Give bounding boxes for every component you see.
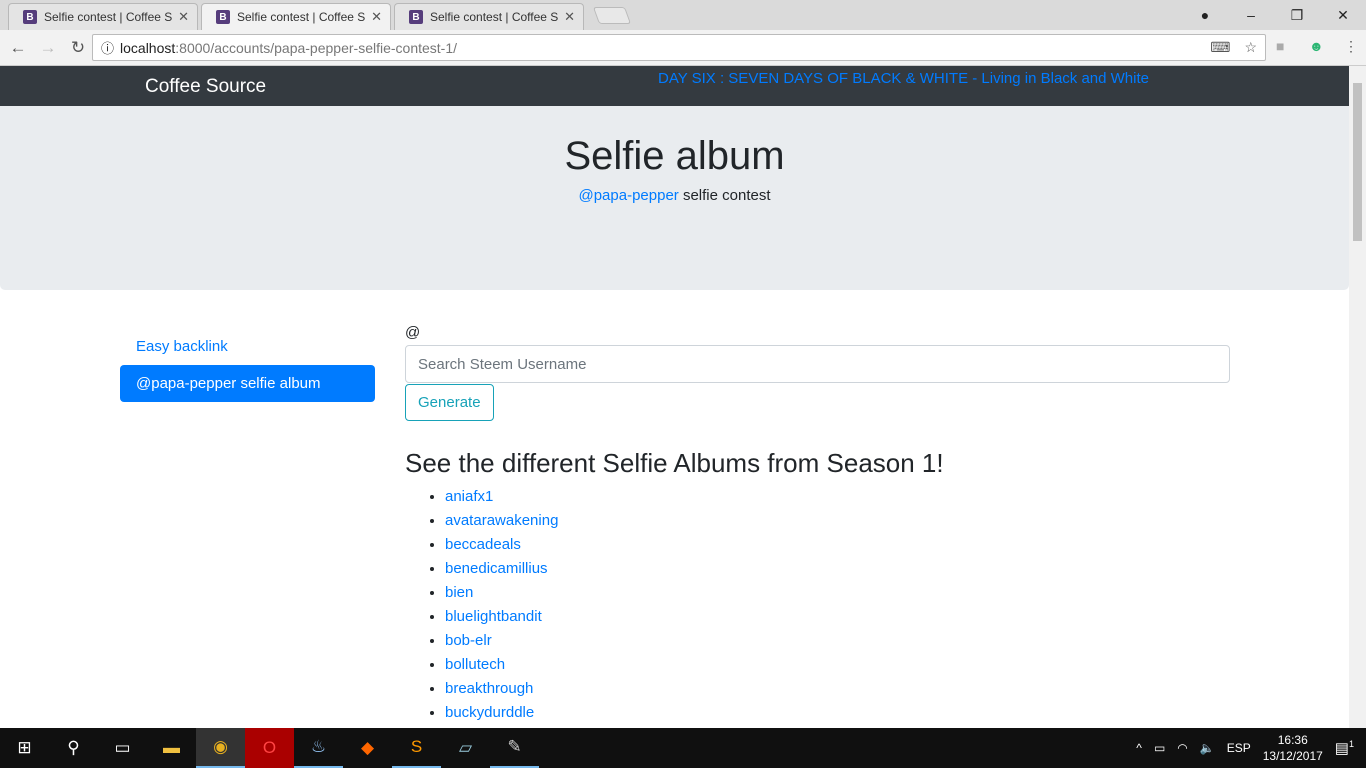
- close-tab-icon[interactable]: ✕: [564, 9, 575, 25]
- new-tab-button[interactable]: [592, 7, 632, 24]
- opera-icon[interactable]: O: [245, 728, 294, 768]
- navbar-post-link[interactable]: DAY SIX : SEVEN DAYS OF BLACK & WHITE - …: [658, 70, 1149, 87]
- maximize-button[interactable]: ❐: [1274, 7, 1320, 24]
- album-link[interactable]: bluelightbandit: [445, 608, 542, 625]
- browser-tab[interactable]: B Selfie contest | Coffee So ✕: [394, 3, 584, 30]
- album-link[interactable]: bollutech: [445, 656, 505, 673]
- sidebar: Easy backlink @papa-pepper selfie album: [120, 328, 375, 402]
- notepad-icon[interactable]: ▱: [441, 728, 490, 768]
- translate-icon[interactable]: ⌨: [1210, 39, 1230, 56]
- list-item: aniafx1: [445, 485, 1230, 509]
- notifications-icon[interactable]: ▤1: [1335, 739, 1354, 757]
- albums-heading: See the different Selfie Albums from Sea…: [405, 448, 944, 478]
- album-link[interactable]: breakthrough: [445, 680, 533, 697]
- albums-list: aniafx1 avatarawakening beccadeals bened…: [405, 485, 1230, 725]
- forward-icon[interactable]: →: [33, 38, 63, 58]
- album-link[interactable]: benedicamillius: [445, 560, 548, 577]
- file-explorer-icon[interactable]: ▬: [147, 728, 196, 768]
- album-link[interactable]: avatarawakening: [445, 512, 558, 529]
- steam-icon[interactable]: ♨: [294, 728, 343, 768]
- back-icon[interactable]: ←: [3, 38, 33, 58]
- paint-icon[interactable]: ✎: [490, 728, 539, 768]
- bootstrap-favicon-icon: B: [409, 10, 423, 24]
- menu-icon[interactable]: ⋮: [1344, 38, 1358, 55]
- clock[interactable]: 16:36 13/12/2017: [1263, 732, 1323, 764]
- album-link[interactable]: bob-elr: [445, 632, 492, 649]
- username-search-input[interactable]: [405, 345, 1230, 383]
- list-item: benedicamillius: [445, 557, 1230, 581]
- list-item: bien: [445, 581, 1230, 605]
- wifi-icon[interactable]: ◠: [1177, 741, 1187, 755]
- web-page: Coffee Source DAY SIX : SEVEN DAYS OF BL…: [0, 66, 1349, 728]
- main-content: @ Generate See the different Selfie Albu…: [405, 324, 1230, 725]
- start-windows-icon[interactable]: ⊞: [0, 728, 49, 768]
- close-tab-icon[interactable]: ✕: [371, 9, 382, 25]
- battery-icon[interactable]: ▭: [1154, 741, 1165, 755]
- sublime-text-icon[interactable]: S: [392, 728, 441, 768]
- extension-smiley-icon[interactable]: ☻: [1309, 38, 1324, 54]
- chrome-icon[interactable]: ◉: [196, 728, 245, 768]
- bookmark-star-icon[interactable]: ☆: [1244, 39, 1257, 56]
- browser-toolbar: ← → ↻ ⓘ localhost:8000/accounts/papa-pep…: [0, 30, 1366, 66]
- list-item: buckydurddle: [445, 701, 1230, 725]
- list-item: bob-elr: [445, 629, 1230, 653]
- taskbar: ⊞ ⚲ ▭ ▬ ◉ O ♨ ◆ S ▱ ✎ ^ ▭ ◠ 🔈 ESP 16:36 1…: [0, 728, 1366, 768]
- brand-link[interactable]: Coffee Source: [145, 76, 266, 98]
- info-icon: ⓘ: [101, 41, 115, 56]
- task-view-icon[interactable]: ▭: [98, 728, 147, 768]
- browser-tab[interactable]: B Selfie contest | Coffee So ✕: [8, 3, 198, 30]
- browser-tab-active[interactable]: B Selfie contest | Coffee So ✕: [201, 3, 391, 30]
- navbar: Coffee Source DAY SIX : SEVEN DAYS OF BL…: [0, 66, 1349, 106]
- sidebar-item-easy-backlink[interactable]: Easy backlink: [120, 328, 375, 365]
- address-bar[interactable]: ⓘ localhost:8000/accounts/papa-pepper-se…: [92, 34, 1266, 61]
- album-link[interactable]: buckydurddle: [445, 704, 534, 721]
- profile-icon[interactable]: ●: [1182, 7, 1228, 23]
- close-tab-icon[interactable]: ✕: [178, 9, 189, 25]
- volume-icon[interactable]: 🔈: [1200, 741, 1215, 755]
- jumbotron: Selfie album @papa-pepper selfie contest: [0, 106, 1349, 290]
- scrollbar-thumb[interactable]: [1353, 83, 1362, 241]
- page-title: Selfie album: [564, 134, 785, 178]
- git-icon[interactable]: ◆: [343, 728, 392, 768]
- page-scrollbar[interactable]: [1349, 66, 1366, 728]
- username-prefix-label: @: [405, 324, 421, 341]
- list-item: beccadeals: [445, 533, 1230, 557]
- album-link[interactable]: aniafx1: [445, 488, 493, 505]
- album-link[interactable]: bien: [445, 584, 473, 601]
- user-link[interactable]: @papa-pepper: [578, 187, 678, 204]
- list-item: breakthrough: [445, 677, 1230, 701]
- tab-strip: B Selfie contest | Coffee So ✕ B Selfie con…: [0, 0, 1366, 30]
- list-item: bollutech: [445, 653, 1230, 677]
- sidebar-item-selfie-album[interactable]: @papa-pepper selfie album: [120, 365, 375, 402]
- reload-icon[interactable]: ↻: [63, 38, 93, 58]
- minimize-button[interactable]: –: [1228, 7, 1274, 23]
- subtitle: @papa-pepper selfie contest: [578, 187, 771, 204]
- list-item: avatarawakening: [445, 509, 1230, 533]
- extension-icon[interactable]: ■: [1276, 38, 1284, 54]
- bootstrap-favicon-icon: B: [23, 10, 37, 24]
- close-window-button[interactable]: ✕: [1320, 7, 1366, 24]
- show-hidden-icons-icon[interactable]: ^: [1136, 741, 1142, 755]
- list-item: bluelightbandit: [445, 605, 1230, 629]
- language-indicator[interactable]: ESP: [1227, 741, 1251, 755]
- generate-button[interactable]: Generate: [405, 384, 494, 421]
- search-icon[interactable]: ⚲: [49, 728, 98, 768]
- album-link[interactable]: beccadeals: [445, 536, 521, 553]
- bootstrap-favicon-icon: B: [216, 10, 230, 24]
